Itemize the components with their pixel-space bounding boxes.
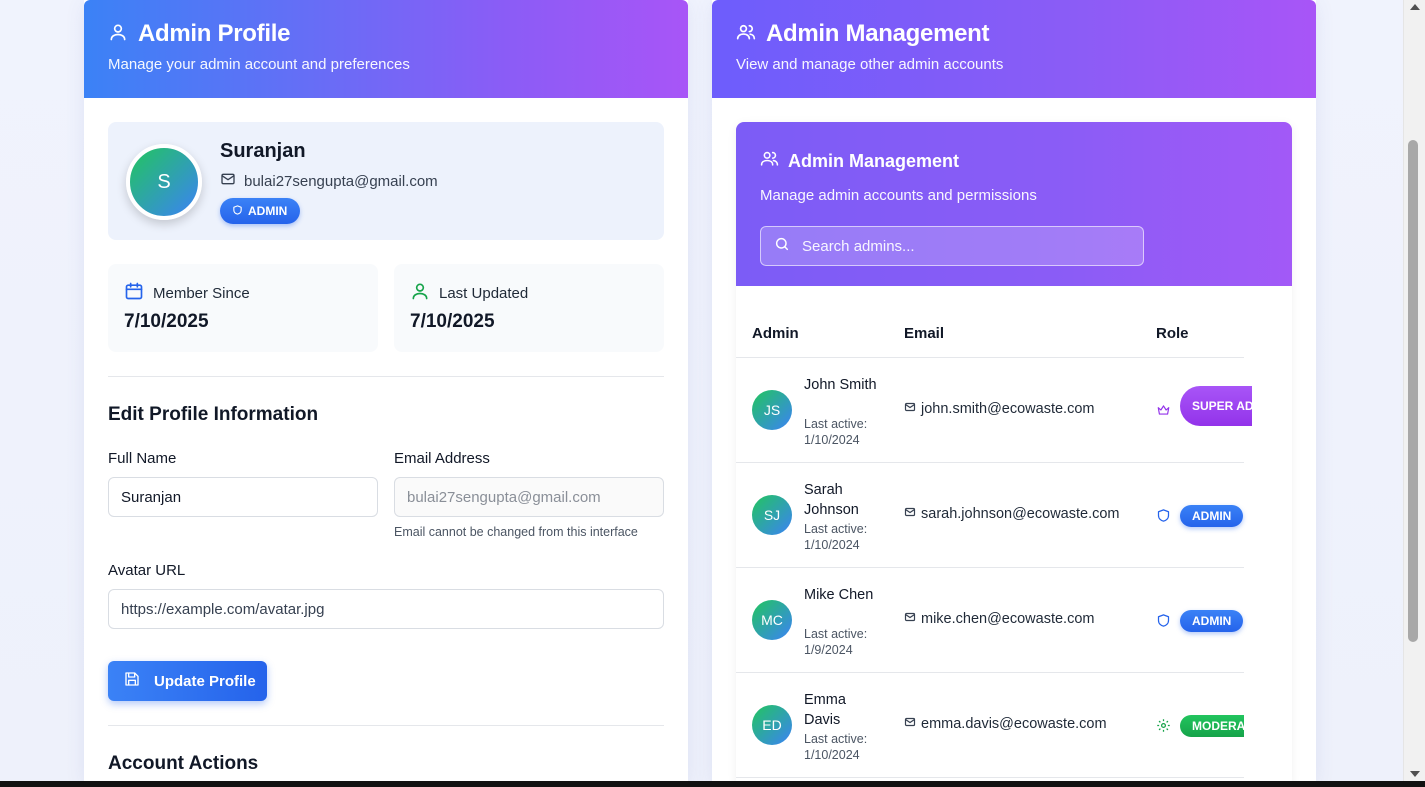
users-icon <box>736 22 756 47</box>
avatar-url-label: Avatar URL <box>108 562 186 579</box>
member-since-card: Member Since 7/10/2025 <box>108 264 378 352</box>
role-badge: ADMIN <box>1180 505 1244 527</box>
account-actions-title: Account Actions <box>108 753 259 774</box>
scrollbar-thumb[interactable] <box>1408 140 1418 642</box>
update-profile-label: Update Profile <box>154 672 256 690</box>
admin-management-panel: Admin Management View and manage other a… <box>712 0 1316 781</box>
admin-email-text: sarah.johnson@ecowaste.com <box>921 506 1120 522</box>
admin-management-card-header: Admin Management Manage admin accounts a… <box>736 122 1292 286</box>
card-subtitle: Manage admin accounts and permissions <box>760 187 1037 204</box>
admin-email-text: mike.chen@ecowaste.com <box>921 611 1095 627</box>
admin-name: Mike Chen <box>804 587 874 603</box>
mail-icon <box>904 401 916 417</box>
shield-icon <box>1156 508 1171 528</box>
profile-name: Suranjan <box>220 140 306 162</box>
divider <box>108 725 664 726</box>
vertical-scrollbar[interactable] <box>1403 0 1425 781</box>
card-title: Admin Management <box>788 150 960 171</box>
full-name-label: Full Name <box>108 450 177 467</box>
crown-icon <box>1156 403 1171 422</box>
email-address-input[interactable]: bulai27sengupta@gmail.com <box>394 477 664 517</box>
admin-email: mike.chen@ecowaste.com <box>904 611 1094 627</box>
mail-icon <box>904 716 916 732</box>
column-header-admin[interactable]: Admin <box>752 325 799 342</box>
shield-icon <box>232 204 243 219</box>
user-icon <box>410 281 430 305</box>
role-badge: MODERATOR <box>1180 715 1244 737</box>
role-badge: SUPER ADMIN <box>1180 386 1276 426</box>
avatar: SJ <box>752 495 792 535</box>
column-header-email[interactable]: Email <box>904 325 944 342</box>
profile-summary-card: S Suranjan bulai27sengupta@gmail.com ADM… <box>108 122 664 240</box>
last-active: Last active: 1/10/2024 <box>804 522 868 552</box>
member-since-value: 7/10/2025 <box>124 311 209 332</box>
users-icon <box>760 149 779 173</box>
mail-icon <box>904 506 916 522</box>
save-icon <box>124 671 140 691</box>
last-updated-card: Last Updated 7/10/2025 <box>394 264 664 352</box>
admin-email: john.smith@ecowaste.com <box>904 401 1094 417</box>
table-header: Admin Email Role <box>736 310 1244 358</box>
calendar-icon <box>124 281 144 305</box>
avatar: JS <box>752 390 792 430</box>
mail-icon <box>904 611 916 627</box>
divider <box>108 376 664 377</box>
update-profile-button[interactable]: Update Profile <box>108 661 267 701</box>
admin-name: Emma Davis <box>804 692 846 728</box>
role-badge-label: ADMIN <box>248 204 288 218</box>
table-row[interactable]: JS John Smith Last active: 1/10/2024 joh… <box>736 358 1276 463</box>
avatar-url-input[interactable]: https://example.com/avatar.jpg <box>108 589 664 629</box>
admin-profile-panel: Admin Profile Manage your admin account … <box>84 0 688 781</box>
last-updated-label: Last Updated <box>439 284 529 302</box>
management-title: Admin Management <box>766 20 990 47</box>
admin-email-text: emma.davis@ecowaste.com <box>921 716 1107 732</box>
full-name-input[interactable]: Suranjan <box>108 477 378 517</box>
edit-profile-title: Edit Profile Information <box>108 404 319 425</box>
avatar: ED <box>752 705 792 745</box>
profile-email: bulai27sengupta@gmail.com <box>220 171 438 191</box>
scroll-up-arrow-icon[interactable] <box>1410 4 1420 10</box>
user-icon <box>108 22 128 47</box>
email-hint: Email cannot be changed from this interf… <box>394 525 638 539</box>
mail-icon <box>220 171 236 191</box>
admin-email: sarah.johnson@ecowaste.com <box>904 506 1120 522</box>
table-row[interactable]: SJ Sarah Johnson Last active: 1/10/2024 … <box>736 463 1244 568</box>
admin-email: emma.davis@ecowaste.com <box>904 716 1107 732</box>
avatar: MC <box>752 600 792 640</box>
profile-panel-header: Admin Profile Manage your admin account … <box>84 0 688 98</box>
last-active: Last active: 1/9/2024 <box>804 627 868 657</box>
last-updated-value: 7/10/2025 <box>410 311 495 332</box>
last-active: Last active: 1/10/2024 <box>804 417 868 447</box>
role-badge: ADMIN <box>220 198 301 224</box>
last-active: Last active: 1/10/2024 <box>804 732 868 762</box>
scroll-down-arrow-icon[interactable] <box>1410 771 1420 777</box>
search-placeholder: Search admins... <box>802 237 915 255</box>
profile-email-text: bulai27sengupta@gmail.com <box>244 172 438 190</box>
management-panel-header: Admin Management View and manage other a… <box>712 0 1316 98</box>
gear-icon <box>1156 718 1171 738</box>
avatar: S <box>126 144 202 220</box>
role-badge: ADMIN <box>1180 610 1244 632</box>
admin-table: Admin Email Role JS John Smith Last acti… <box>736 310 1276 778</box>
column-header-role[interactable]: Role <box>1156 325 1189 342</box>
admin-email-text: john.smith@ecowaste.com <box>921 401 1095 417</box>
admin-name: Sarah Johnson <box>804 482 859 518</box>
management-subtitle: View and manage other admin accounts <box>736 56 1004 73</box>
member-since-label: Member Since <box>153 284 250 302</box>
search-input[interactable]: Search admins... <box>760 226 1144 266</box>
admin-name: John Smith <box>804 377 877 393</box>
table-row[interactable]: MC Mike Chen Last active: 1/9/2024 mike.… <box>736 568 1244 673</box>
table-row[interactable]: ED Emma Davis Last active: 1/10/2024 emm… <box>736 673 1244 778</box>
search-icon <box>774 236 790 256</box>
window-bottom-edge <box>0 781 1425 787</box>
page-subtitle: Manage your admin account and preference… <box>108 56 410 73</box>
email-address-label: Email Address <box>394 450 490 467</box>
shield-icon <box>1156 613 1171 633</box>
page-title: Admin Profile <box>138 20 291 47</box>
